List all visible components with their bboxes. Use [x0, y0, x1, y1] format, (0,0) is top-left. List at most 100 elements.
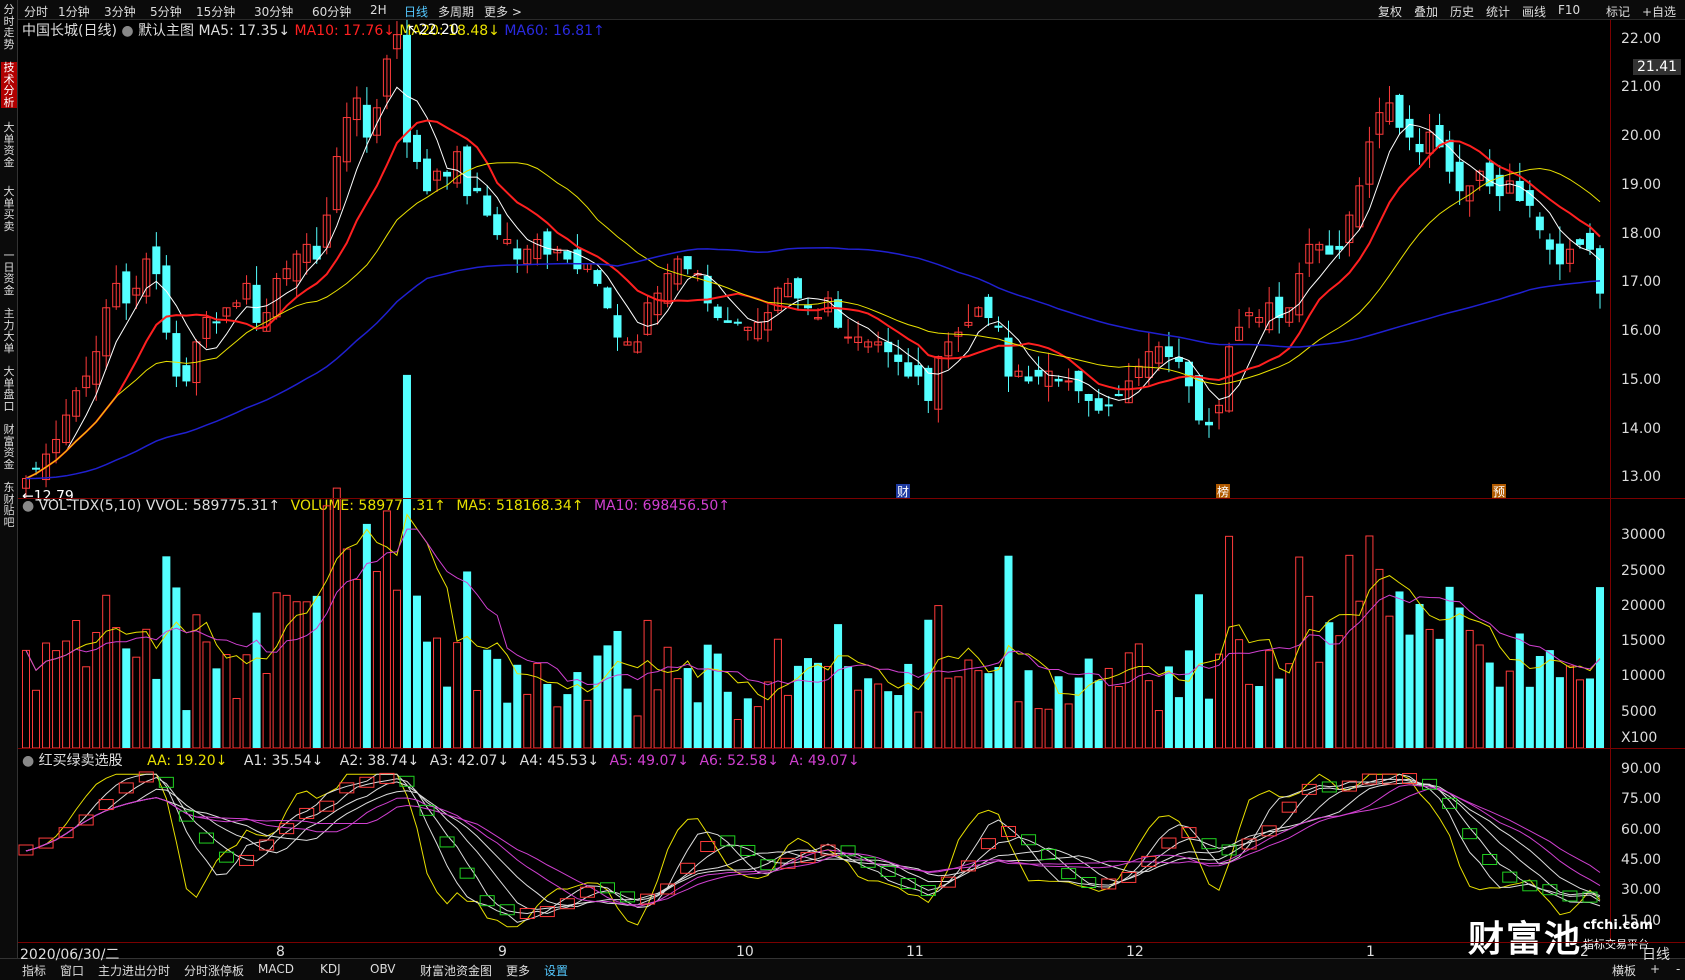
candle-down — [1335, 245, 1344, 250]
bottom-right-1[interactable]: + — [1650, 962, 1660, 976]
bottom-tab-5[interactable]: KDJ — [320, 962, 341, 976]
volume-bar — [202, 641, 211, 749]
volume-bar — [1275, 678, 1284, 749]
volume-bar — [292, 601, 301, 749]
candle-down — [984, 296, 993, 319]
volume-bar — [643, 619, 652, 749]
volume-bar — [1345, 554, 1354, 749]
candle-down — [1184, 361, 1193, 387]
candle-down — [1174, 357, 1183, 362]
candle-down — [1004, 337, 1013, 377]
volume-bar — [1415, 603, 1424, 749]
candle-down — [162, 265, 171, 333]
price-tick: 16.00 — [1621, 323, 1662, 340]
bottom-tab-3[interactable]: 分时涨停板 — [184, 962, 244, 979]
volume-bar — [112, 627, 121, 749]
volume-bar — [1044, 708, 1053, 749]
volume-bar — [72, 620, 81, 749]
ma20-line — [25, 162, 1601, 479]
bottom-tab-4[interactable]: MACD — [258, 962, 294, 976]
candle-down — [593, 270, 602, 284]
volume-bar — [964, 659, 973, 749]
volume-bar — [142, 628, 151, 749]
volume-bar — [1505, 670, 1514, 749]
candle-down — [563, 251, 572, 260]
ma5-line — [25, 86, 1601, 479]
stock-chart-canvas[interactable]: ↖22.20 ←12.79 财 榜 预 — [0, 0, 1685, 980]
volume-bar — [1084, 658, 1093, 749]
bottom-toolbar: 指标 窗口 主力进出分时 分时涨停板 MACD KDJ OBV 财富池资金图 更多 设置 横板 + - — [0, 958, 1685, 980]
bottom-tab-1[interactable]: 窗口 — [60, 962, 84, 979]
volume-tick: 10000 — [1621, 668, 1666, 685]
volume-bar — [783, 694, 792, 749]
volume-bar — [332, 487, 341, 749]
candle-down — [483, 195, 492, 216]
price-tick: 19.00 — [1621, 176, 1662, 193]
candle-up — [1064, 380, 1073, 383]
volume-bar — [342, 548, 351, 749]
volume-bar — [1485, 662, 1494, 749]
volume-bar — [1245, 683, 1254, 749]
volume-bar — [493, 658, 502, 749]
bottom-tab-9[interactable]: 设置 — [544, 962, 568, 979]
volume-bar — [1034, 708, 1043, 749]
price-tick: 13.00 — [1621, 469, 1662, 486]
volume-bar — [312, 595, 321, 749]
watermark-slogan: 指标交易平台 — [1583, 938, 1649, 951]
volume-bar — [1184, 650, 1193, 749]
candle-down — [603, 287, 612, 309]
volume-bar — [743, 698, 752, 749]
bottom-tab-6[interactable]: OBV — [370, 962, 396, 976]
indicator-box — [700, 841, 716, 853]
bottom-right-0[interactable]: 横板 — [1612, 962, 1636, 979]
date-tick: 8 — [276, 944, 285, 960]
candle-down — [513, 248, 522, 260]
volume-bar — [152, 678, 161, 749]
volume-bar — [252, 612, 261, 749]
candle-down — [1024, 376, 1033, 382]
date-tick: 11 — [906, 944, 924, 960]
candle-down — [1575, 239, 1584, 245]
volume-bar — [924, 619, 933, 749]
ma60-line — [25, 247, 1601, 480]
volume-bar — [362, 523, 371, 749]
bottom-tab-7[interactable]: 财富池资金图 — [420, 962, 492, 979]
low-price-label: ←12.79 — [22, 489, 74, 505]
volume-bar — [1215, 653, 1224, 749]
watermark: 财富池 — [1468, 910, 1582, 962]
volume-bar — [753, 706, 762, 749]
candle-down — [1104, 404, 1113, 407]
bottom-tab-8[interactable]: 更多 — [506, 962, 530, 979]
volume-bar — [21, 649, 31, 749]
volume-bar — [62, 640, 71, 749]
volume-bar — [1194, 594, 1203, 749]
volume-bar — [603, 645, 612, 749]
bottom-right-2[interactable]: - — [1676, 962, 1680, 976]
watermark-brand: 财富池 — [1468, 919, 1583, 960]
volume-bar — [653, 689, 662, 749]
volume-bar — [583, 699, 592, 749]
high-price-label: ↖22.20 — [407, 22, 459, 38]
candle-down — [1595, 248, 1605, 294]
candle-up — [844, 336, 853, 339]
candle-down — [172, 333, 181, 377]
bottom-tab-2[interactable]: 主力进出分时 — [98, 962, 170, 979]
candle-down — [1545, 239, 1554, 250]
volume-bar — [473, 689, 482, 749]
volume-bar — [1024, 670, 1033, 749]
indicator-tick: 60.00 — [1621, 821, 1662, 838]
volume-bar — [192, 614, 201, 749]
volume-bar — [713, 653, 722, 749]
bottom-tab-0[interactable]: 指标 — [22, 962, 46, 979]
price-tick: 14.00 — [1621, 420, 1662, 437]
volume-bar — [1265, 650, 1274, 749]
volume-bar — [543, 683, 552, 749]
candle-down — [1325, 245, 1334, 255]
indicator-box — [1502, 871, 1518, 883]
volume-bar — [763, 681, 772, 749]
volume-bar — [1465, 629, 1474, 749]
panel-divider — [18, 748, 1685, 749]
indicator-box — [198, 832, 214, 844]
current-price-badge: 21.41 — [1633, 59, 1682, 76]
volume-bar — [352, 579, 361, 749]
